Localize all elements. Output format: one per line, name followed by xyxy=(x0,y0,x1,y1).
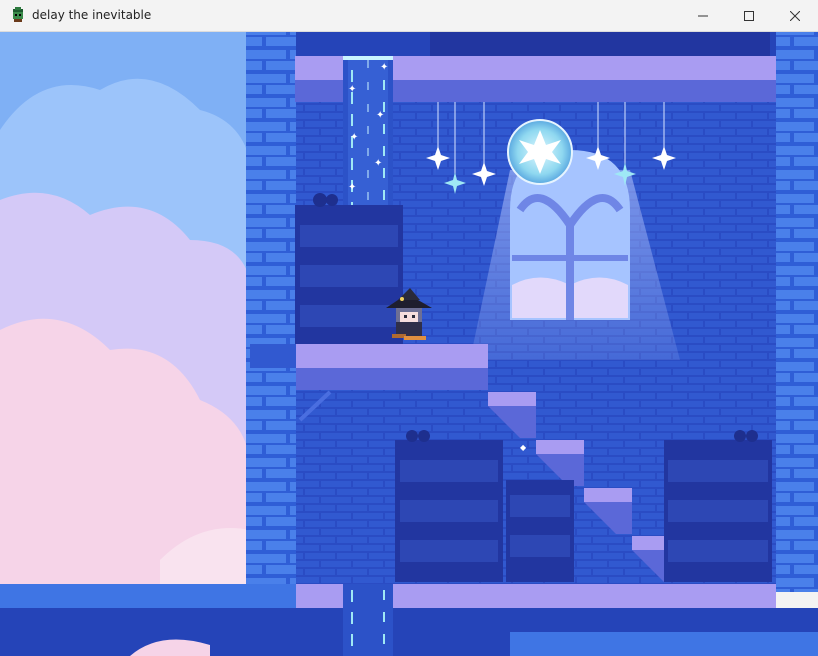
svg-text:✦: ✦ xyxy=(374,158,382,169)
maximize-icon xyxy=(744,10,754,21)
crystal-orb-icon[interactable] xyxy=(507,119,573,185)
title-bar: delay the inevitable xyxy=(0,0,818,32)
window-title: delay the inevitable xyxy=(32,8,152,22)
minimize-icon xyxy=(698,15,708,16)
minimize-button[interactable] xyxy=(680,0,726,31)
app-icon xyxy=(13,7,23,22)
game-canvas[interactable]: ✦ ✦ ✦ ✦ ✦ ✦ ✦ ✦ ✦ ✦ ✦ xyxy=(0,32,818,656)
left-tower-wall xyxy=(246,32,296,592)
svg-text:◆: ◆ xyxy=(520,443,527,452)
svg-text:✦: ✦ xyxy=(348,84,356,95)
floor-platform xyxy=(0,584,818,656)
close-button[interactable] xyxy=(772,0,818,31)
svg-text:✦: ✦ xyxy=(350,132,358,143)
bookshelf-bottom-right xyxy=(664,430,772,582)
bookshelf-bottom-center xyxy=(506,480,574,582)
bookshelf-bottom-left xyxy=(395,430,503,582)
bookshelf-left xyxy=(295,193,403,345)
sky-background xyxy=(0,32,250,600)
right-tower-wall xyxy=(776,32,818,592)
svg-text:✦: ✦ xyxy=(380,62,388,73)
svg-text:✦: ✦ xyxy=(348,182,356,193)
close-icon xyxy=(790,10,800,21)
game-window: delay the inevitable ✦ ✦ ✦ ✦ ✦ ✦ ◆ xyxy=(0,0,818,656)
maximize-button[interactable] xyxy=(726,0,772,31)
svg-text:✦: ✦ xyxy=(376,110,384,121)
